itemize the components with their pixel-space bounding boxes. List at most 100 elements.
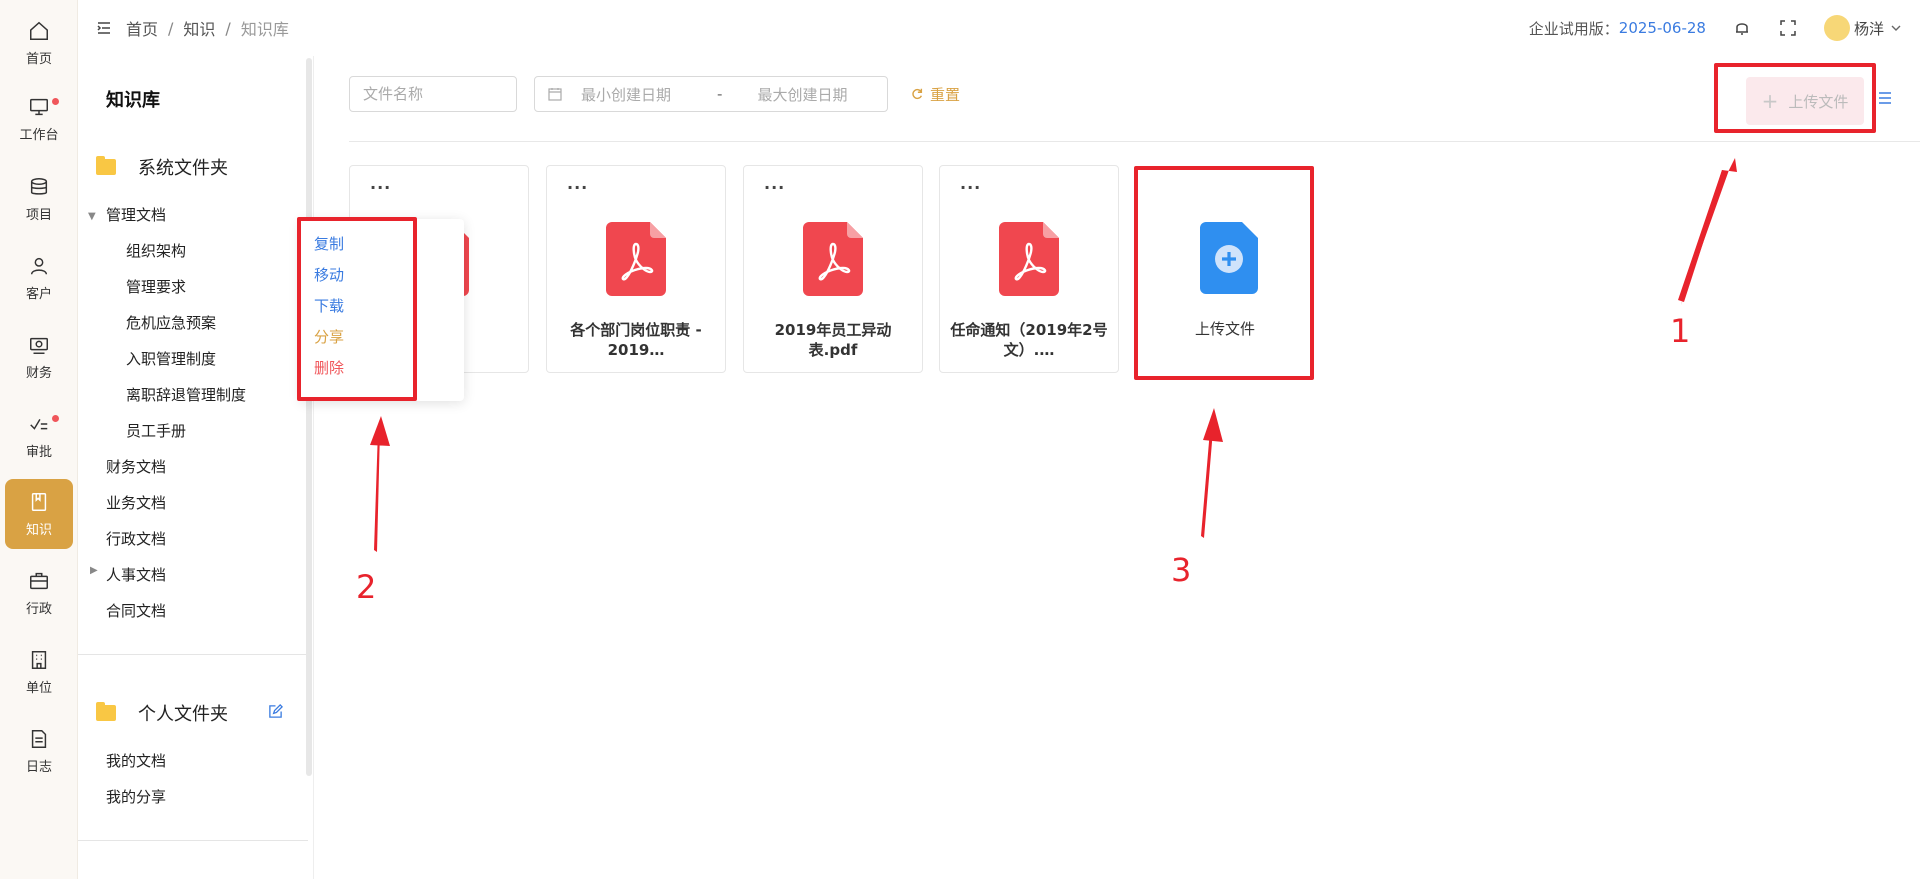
- rail-label: 日志: [25, 759, 52, 775]
- home-icon: [30, 21, 48, 40]
- breadcrumb-separator: /: [225, 18, 231, 38]
- finance-icon: [30, 337, 48, 354]
- file-card[interactable]: ··· 任命通知（2019年2号文）.…: [939, 165, 1119, 373]
- tree-node[interactable]: 业务文档: [106, 492, 166, 513]
- date-end[interactable]: 最大创建日期: [757, 84, 847, 105]
- chevron-down-icon[interactable]: [1890, 22, 1902, 34]
- personal-folder-label: 个人文件夹: [138, 704, 228, 725]
- trial-date: 2025-06-28: [1618, 19, 1706, 37]
- tree-node[interactable]: 人事文档: [106, 564, 166, 585]
- caret-right-icon[interactable]: ▶: [90, 565, 98, 576]
- system-folder-header[interactable]: 系统文件夹: [96, 154, 228, 180]
- pdf-file-icon: [803, 222, 863, 296]
- document-icon: [31, 729, 47, 748]
- main-content: 最小创建日期 - 最大创建日期 重置 + 上传文件 ··· 架构 ··· 各个部…: [314, 56, 1920, 879]
- search-input[interactable]: [361, 84, 511, 104]
- user-icon: [30, 257, 48, 274]
- book-icon: [31, 492, 47, 511]
- rail-label: 单位: [25, 680, 52, 696]
- annotation-box-2: [297, 217, 417, 401]
- pdf-file-icon: [999, 222, 1059, 296]
- tree-node[interactable]: 危机应急预案: [126, 312, 216, 333]
- avatar[interactable]: [1823, 15, 1850, 41]
- notification-dot: [52, 98, 59, 105]
- rail-item-workbench[interactable]: 工作台: [5, 84, 73, 154]
- tree-node[interactable]: 组织架构: [126, 240, 186, 261]
- rail-label: 工作台: [19, 127, 59, 143]
- divider: [78, 654, 308, 655]
- rail-item-home[interactable]: 首页: [5, 8, 73, 78]
- file-card[interactable]: ··· 2019年员工异动表.pdf: [743, 165, 923, 373]
- header-right: 企业试用版： 2025-06-28 杨洋: [1529, 0, 1902, 56]
- tree-node[interactable]: 行政文档: [106, 528, 166, 549]
- breadcrumb-home[interactable]: 首页: [126, 16, 158, 40]
- building-icon: [31, 650, 47, 669]
- file-card[interactable]: ··· 各个部门岗位职责 - 2019…: [546, 165, 726, 373]
- calendar-icon: [548, 88, 562, 101]
- monitor-icon: [30, 98, 48, 115]
- date-range-picker[interactable]: 最小创建日期 - 最大创建日期: [534, 76, 888, 112]
- breadcrumb-current: 知识库: [240, 20, 289, 39]
- file-name: 2019年员工异动表.pdf: [774, 321, 892, 359]
- tree-node[interactable]: 财务文档: [106, 456, 166, 477]
- tree-node[interactable]: 员工手册: [126, 420, 186, 441]
- reset-button[interactable]: 重置: [910, 76, 960, 112]
- nav-rail: 首页 工作台 项目 客户 财务 审批 知识 行政 单位 日志: [0, 0, 78, 879]
- annotation-box-3: [1134, 166, 1314, 380]
- list-view-icon[interactable]: [1876, 90, 1892, 106]
- rail-item-customer[interactable]: 客户: [5, 243, 73, 313]
- rail-item-approval[interactable]: 审批: [5, 401, 73, 471]
- trial-label: 企业试用版：: [1528, 19, 1619, 38]
- more-menu-icon[interactable]: ···: [764, 178, 785, 197]
- approve-icon: [30, 418, 48, 430]
- rail-label: 审批: [25, 444, 52, 460]
- more-menu-icon[interactable]: ···: [960, 178, 981, 197]
- personal-folder-header[interactable]: 个人文件夹: [96, 700, 228, 726]
- panel-title: 知识库: [106, 90, 160, 111]
- caret-down-icon[interactable]: ▼: [88, 211, 96, 222]
- pdf-file-icon: [606, 222, 666, 296]
- annotation-box-1: [1714, 63, 1876, 133]
- file-name-search[interactable]: [349, 76, 517, 112]
- top-bar: 首页 / 知识 / 知识库 企业试用版： 2025-06-28 杨洋: [78, 0, 1920, 56]
- rail-item-log[interactable]: 日志: [5, 716, 73, 786]
- file-name: 各个部门岗位职责 - 2019…: [570, 321, 702, 359]
- breadcrumb-knowledge[interactable]: 知识: [183, 16, 215, 40]
- tree-node[interactable]: 离职辞退管理制度: [126, 384, 246, 405]
- breadcrumb-separator: /: [168, 18, 174, 38]
- knowledge-tree-panel: 知识库 系统文件夹 ▼ 管理文档 组织架构 管理要求 危机应急预案 入职管理制度…: [78, 56, 314, 879]
- rail-item-admin[interactable]: 行政: [5, 558, 73, 628]
- database-icon: [30, 177, 48, 195]
- menu-fold-icon[interactable]: [96, 20, 112, 36]
- tree-node-my-shares[interactable]: 我的分享: [106, 786, 166, 807]
- tree-scrollbar[interactable]: [306, 58, 312, 776]
- tree-node-management[interactable]: 管理文档: [106, 204, 166, 225]
- rail-item-project[interactable]: 项目: [5, 164, 73, 234]
- rail-item-knowledge[interactable]: 知识: [5, 479, 73, 549]
- divider: [78, 840, 308, 841]
- annotation-label-1: 1: [1670, 312, 1691, 350]
- folder-icon: [96, 156, 116, 175]
- fullscreen-icon[interactable]: [1778, 18, 1798, 38]
- rail-label: 行政: [25, 601, 52, 617]
- tree-node-my-docs[interactable]: 我的文档: [106, 750, 166, 771]
- edit-icon[interactable]: [268, 704, 283, 719]
- rail-item-unit[interactable]: 单位: [5, 637, 73, 707]
- bell-icon[interactable]: [1732, 18, 1752, 38]
- rail-label: 知识: [25, 522, 52, 538]
- tree-node[interactable]: 合同文档: [106, 600, 166, 621]
- tree-node[interactable]: 管理要求: [126, 276, 186, 297]
- rail-item-finance[interactable]: 财务: [5, 322, 73, 392]
- tree-node[interactable]: 入职管理制度: [126, 348, 216, 369]
- annotation-label-3: 3: [1171, 551, 1192, 589]
- user-name[interactable]: 杨洋: [1854, 18, 1884, 39]
- notification-dot: [52, 415, 59, 422]
- date-start[interactable]: 最小创建日期: [581, 84, 671, 105]
- rail-label: 客户: [25, 286, 52, 302]
- briefcase-icon: [30, 572, 48, 589]
- rail-label: 项目: [25, 207, 52, 223]
- annotation-label-2: 2: [356, 568, 377, 606]
- more-menu-icon[interactable]: ···: [567, 178, 588, 197]
- more-menu-icon[interactable]: ···: [370, 178, 391, 197]
- refresh-icon: [912, 88, 923, 100]
